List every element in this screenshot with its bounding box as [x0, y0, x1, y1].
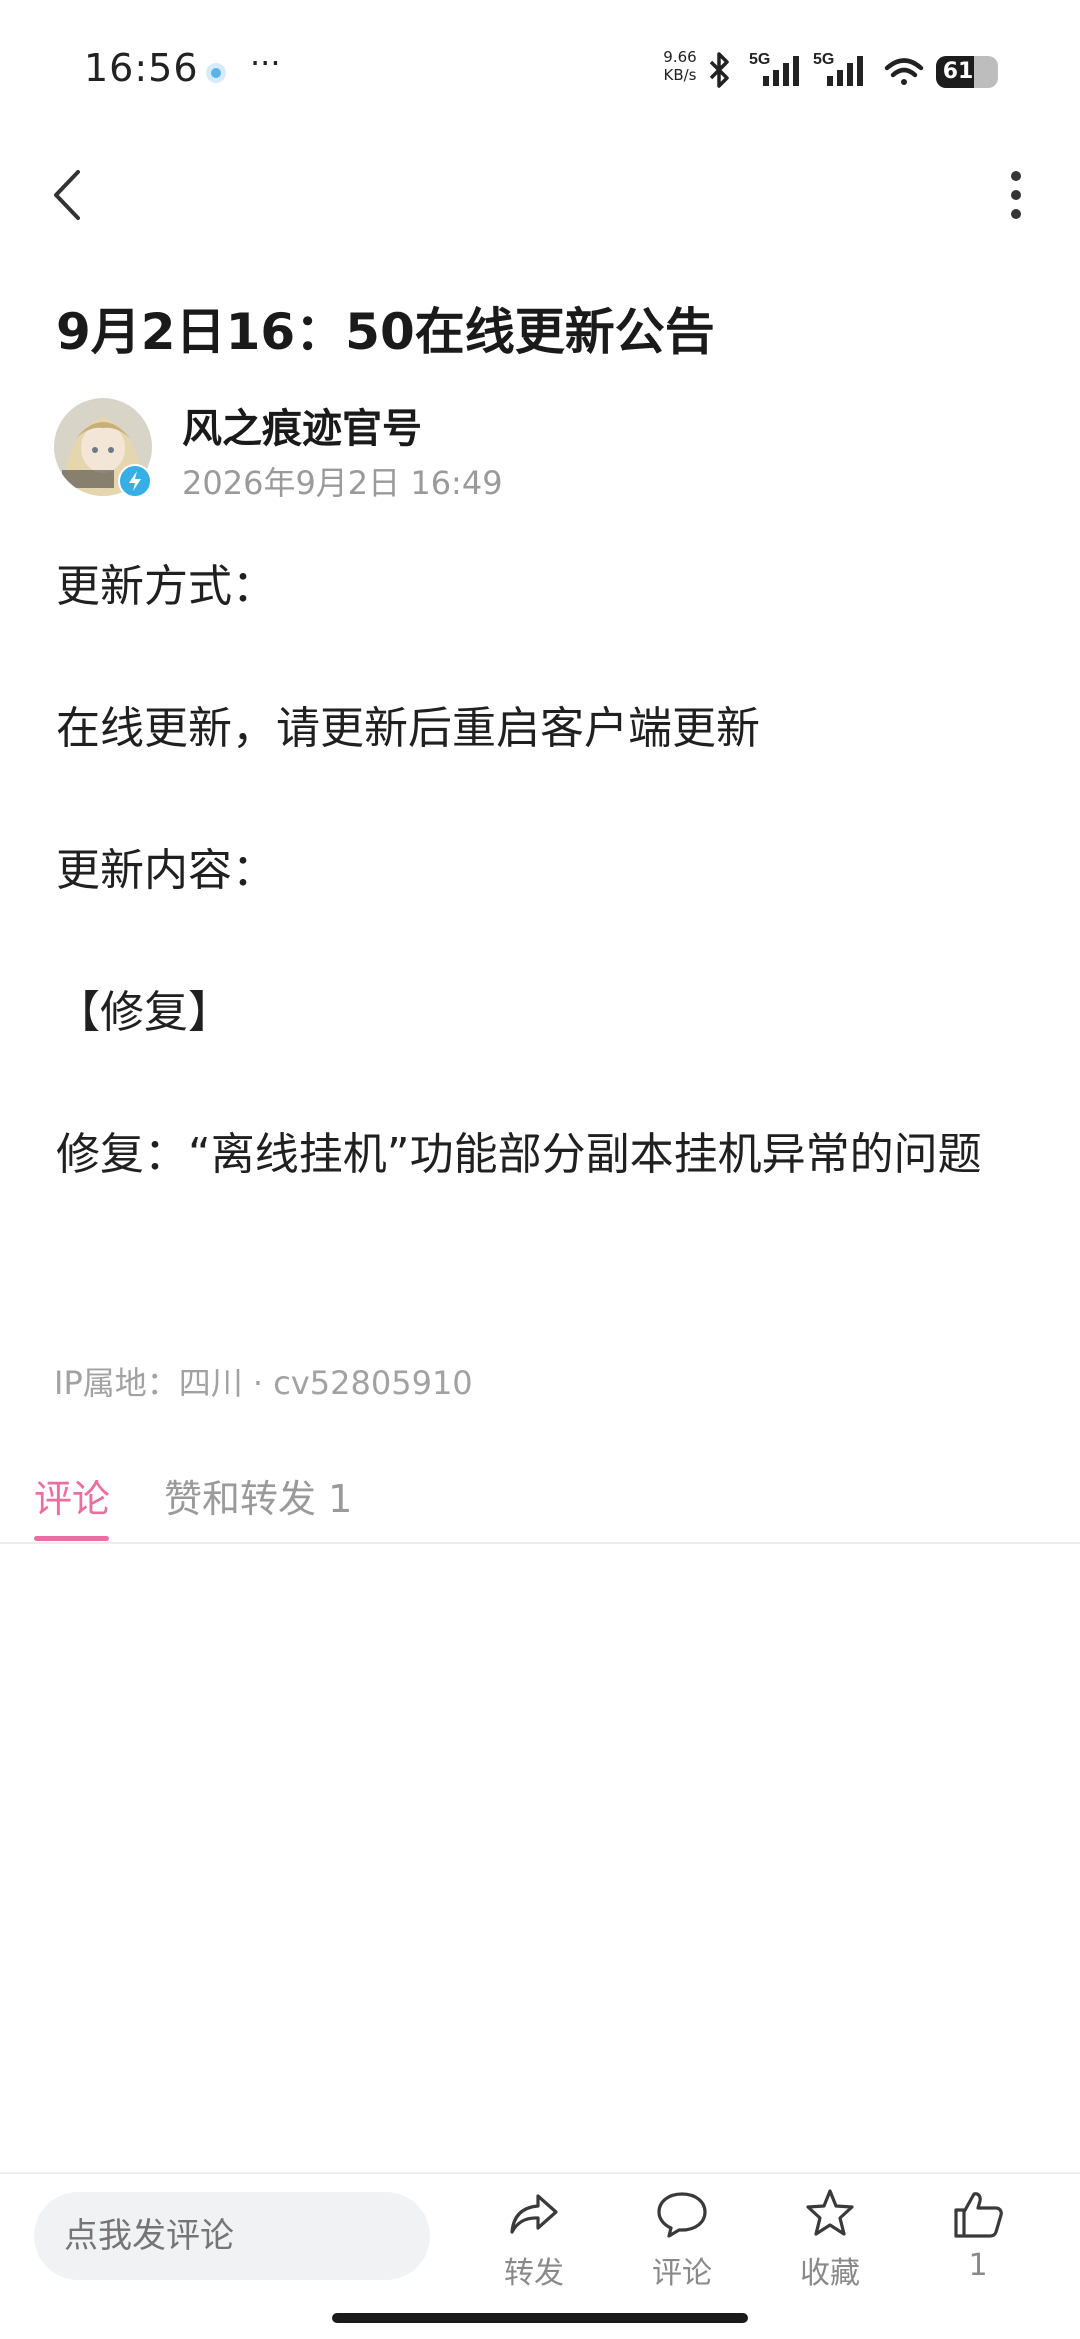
- battery-icon: 61: [936, 56, 998, 88]
- net-speed: 9.66 KB/s: [658, 48, 702, 84]
- net-speed-unit: KB/s: [663, 66, 697, 84]
- verified-badge-icon: [118, 464, 152, 498]
- share-icon: [510, 2194, 558, 2234]
- back-button[interactable]: [40, 160, 96, 230]
- network-label-1: 5G: [749, 51, 770, 68]
- tab-likes-reposts[interactable]: 赞和转发 1: [164, 1468, 352, 1523]
- bluetooth-icon: [709, 52, 729, 88]
- status-time: 16:56: [84, 46, 199, 90]
- home-indicator[interactable]: [332, 2313, 748, 2323]
- comment-button[interactable]: 评论: [622, 2186, 742, 2291]
- favorite-label: 收藏: [800, 2256, 860, 2291]
- network-label-2: 5G: [813, 51, 834, 68]
- like-button[interactable]: 1: [918, 2186, 1038, 2286]
- notification-dot-icon: [206, 63, 226, 83]
- body-line: 【修复】: [56, 987, 232, 1038]
- wifi-icon: [884, 58, 924, 85]
- body-line: 修复：“离线挂机”功能部分副本挂机异常的问题: [56, 1129, 982, 1180]
- more-menu-button[interactable]: [996, 162, 1036, 228]
- author-name[interactable]: 风之痕迹官号: [182, 396, 422, 454]
- tab-active-indicator: [34, 1536, 109, 1541]
- divider: [0, 1542, 1080, 1544]
- comment-icon: [657, 2192, 707, 2238]
- body-line: 在线更新，请更新后重启客户端更新: [56, 703, 760, 754]
- signal-icon-1: 5G: [749, 51, 799, 86]
- star-icon: [806, 2189, 854, 2236]
- body-line: 更新内容：: [56, 845, 276, 896]
- tab-comments[interactable]: 评论: [34, 1468, 110, 1523]
- status-more-icon: ···: [250, 44, 281, 82]
- battery-level: 61: [942, 59, 974, 84]
- repost-button[interactable]: 转发: [474, 2186, 594, 2291]
- thumbs-up-icon: [954, 2192, 1003, 2238]
- comment-label: 评论: [652, 2256, 712, 2291]
- tab-bar: 评论 赞和转发 1: [0, 1450, 1080, 1544]
- post-title: 9月2日16：50在线更新公告: [56, 303, 715, 361]
- body-line: 更新方式：: [56, 561, 276, 612]
- comment-input[interactable]: [34, 2192, 430, 2280]
- like-count: 1: [968, 2248, 988, 2283]
- repost-label: 转发: [504, 2256, 564, 2291]
- net-speed-value: 9.66: [663, 48, 697, 66]
- divider: [0, 2172, 1080, 2174]
- signal-icon-2: 5G: [813, 51, 863, 86]
- post-meta: IP属地：四川 · cv52805910: [54, 1364, 473, 1402]
- post-date: 2026年9月2日 16:49: [182, 464, 503, 502]
- favorite-button[interactable]: 收藏: [770, 2186, 890, 2291]
- status-bar: 16:56 ··· 9.66 KB/s 5G 5G 61: [0, 0, 1080, 140]
